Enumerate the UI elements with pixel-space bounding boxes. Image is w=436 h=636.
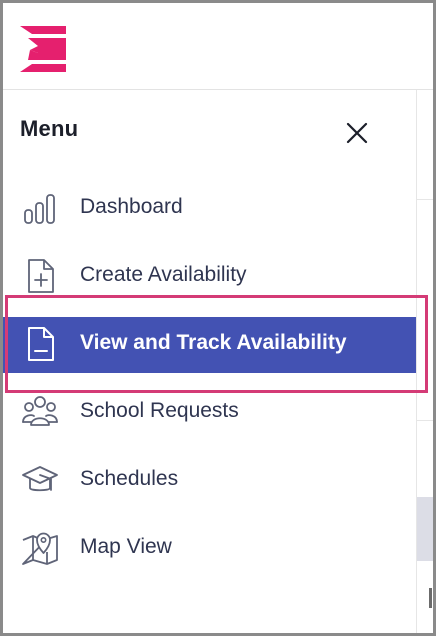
graduation-cap-icon bbox=[22, 466, 58, 492]
background-scroll-mark bbox=[429, 588, 432, 608]
bar-chart-icon bbox=[24, 194, 55, 224]
background-divider bbox=[417, 420, 433, 421]
menu-item-label: Create Availability bbox=[80, 263, 247, 286]
file-plus-icon bbox=[28, 259, 54, 293]
menu-item-label: School Requests bbox=[80, 399, 239, 422]
app-header bbox=[3, 3, 433, 90]
menu-title: Menu bbox=[20, 116, 79, 141]
file-text-icon bbox=[28, 327, 54, 361]
menu-item-map-view[interactable]: Map View bbox=[3, 521, 416, 577]
menu-item-view-and-track-availability[interactable]: View and Track Availability bbox=[3, 317, 416, 373]
menu-item-dashboard[interactable]: Dashboard bbox=[3, 181, 416, 237]
menu-item-create-availability[interactable]: Create Availability bbox=[3, 249, 416, 305]
menu-item-school-requests[interactable]: School Requests bbox=[3, 385, 416, 441]
background-shaded-row bbox=[417, 497, 433, 561]
menu-item-label: Map View bbox=[80, 535, 172, 558]
map-pin-icon bbox=[22, 532, 58, 565]
app-window: Menu Dashboard Create Availability View … bbox=[3, 3, 433, 633]
brand-logo-icon[interactable] bbox=[20, 26, 66, 72]
background-divider bbox=[417, 199, 433, 200]
side-menu: Menu Dashboard Create Availability View … bbox=[3, 90, 416, 633]
menu-item-label: Dashboard bbox=[80, 195, 183, 218]
users-group-icon bbox=[22, 396, 58, 426]
close-icon[interactable] bbox=[340, 116, 374, 150]
menu-item-schedules[interactable]: Schedules bbox=[3, 453, 416, 509]
menu-item-label: View and Track Availability bbox=[80, 331, 347, 354]
menu-item-label: Schedules bbox=[80, 467, 179, 490]
